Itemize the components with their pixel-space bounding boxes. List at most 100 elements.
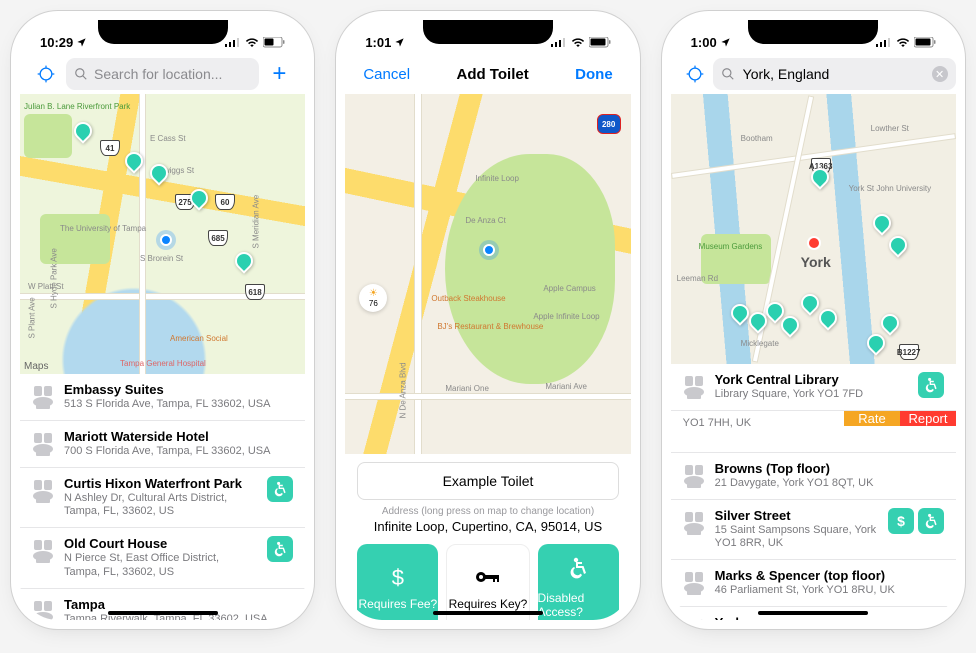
phone-screenshot-2: 1:01 Cancel Add Toilet Done 280 Infinite…	[345, 20, 630, 620]
cancel-button[interactable]: Cancel	[359, 66, 414, 83]
row-title: Browns (Top floor)	[715, 461, 934, 476]
toilet-icon	[32, 478, 54, 504]
toilet-icon	[32, 599, 54, 621]
key-icon	[475, 565, 501, 591]
map-street: S Hyde Park Ave	[50, 248, 59, 308]
search-input[interactable]	[741, 65, 926, 83]
locate-button[interactable]	[685, 62, 705, 86]
home-indicator[interactable]	[758, 611, 868, 615]
truncated-address: YO1 7HH, UK	[671, 411, 763, 435]
list-row[interactable]: Browns (Top floor) 21 Davygate, York YO1…	[671, 453, 956, 500]
results-list[interactable]: Embassy Suites 513 S Florida Ave, Tampa,…	[20, 374, 305, 620]
list-row[interactable]: Tampa Tampa Riverwalk, Tampa, FL 33602, …	[20, 589, 305, 621]
map-poi: Tampa General Hospital	[120, 359, 206, 368]
toilet-icon	[32, 431, 54, 457]
option-disabled-access[interactable]: Disabled Access?	[538, 544, 619, 620]
map-road: Micklegate	[741, 339, 779, 348]
row-title: Curtis Hixon Waterfront Park	[64, 476, 257, 491]
wifi-icon	[571, 37, 585, 47]
report-action[interactable]: Report	[900, 411, 956, 426]
toilet-icon	[683, 463, 705, 489]
rate-action[interactable]: Rate	[844, 411, 900, 426]
map-view[interactable]: Museum Gardens York York St John Univers…	[671, 94, 956, 364]
row-title: York	[715, 615, 934, 620]
home-indicator[interactable]	[433, 611, 543, 615]
map-view[interactable]: 280 Infinite Loop Outback Steakhouse BJ'…	[345, 94, 630, 454]
map-city-label: York	[801, 254, 831, 270]
toilet-name-value: Example Toilet	[443, 473, 534, 489]
search-result-dot	[809, 238, 819, 248]
wifi-icon	[896, 37, 910, 47]
route-shield: B1227	[899, 344, 919, 360]
map-poi: Mariani One	[445, 384, 489, 393]
cellular-icon	[876, 37, 892, 47]
list-row[interactable]: Embassy Suites 513 S Florida Ave, Tampa,…	[20, 374, 305, 421]
row-title: Embassy Suites	[64, 382, 293, 397]
list-row[interactable]: Marks & Spencer (top floor) 46 Parliamen…	[671, 560, 956, 607]
status-time: 10:29	[40, 35, 73, 50]
results-list[interactable]: York Central Library Library Square, Yor…	[671, 364, 956, 620]
search-field[interactable]: ✕	[713, 58, 956, 90]
list-row[interactable]: Mariott Waterside Hotel 700 S Florida Av…	[20, 421, 305, 468]
map-road: N De Anza Blvd	[399, 362, 408, 418]
row-title: Mariott Waterside Hotel	[64, 429, 293, 444]
accessible-badge	[918, 508, 944, 534]
accessible-badge	[918, 372, 944, 398]
map-poi: BJ's Restaurant & Brewhouse	[437, 322, 543, 331]
dollar-icon: $	[392, 565, 404, 591]
map-street: S Plant Ave	[28, 297, 37, 338]
option-row: $ Requires Fee? Requires Key? Disabled A…	[355, 544, 620, 620]
row-subtitle: 513 S Florida Ave, Tampa, FL 33602, USA	[64, 398, 293, 412]
cellular-icon	[225, 37, 241, 47]
row-subtitle: N Pierce St, East Office District, Tampa…	[64, 552, 257, 580]
list-row[interactable]: York Central Library Library Square, Yor…	[671, 364, 956, 411]
row-title: Marks & Spencer (top floor)	[715, 568, 934, 583]
add-button[interactable]: +	[267, 60, 291, 88]
toilet-icon	[683, 617, 705, 620]
search-field[interactable]: Search for location...	[66, 58, 259, 90]
address-value: Infinite Loop, Cupertino, CA, 95014, US	[355, 519, 620, 534]
map-street: S Brorein St	[140, 254, 183, 263]
row-title: Old Court House	[64, 536, 257, 551]
nav-title: Add Toilet	[422, 66, 563, 83]
search-icon	[721, 67, 735, 81]
map-street: E Cass St	[150, 134, 186, 143]
row-subtitle: N Ashley Dr, Cultural Arts District, Tam…	[64, 492, 257, 520]
route-shield: 280	[597, 114, 621, 134]
search-placeholder: Search for location...	[94, 66, 222, 82]
map-poi: Mariani Ave	[545, 382, 587, 391]
clear-search-button[interactable]: ✕	[932, 66, 948, 82]
row-subtitle: Library Square, York YO1 7FD	[715, 388, 908, 402]
list-row[interactable]: Old Court House N Pierce St, East Office…	[20, 528, 305, 589]
location-services-icon	[76, 37, 87, 48]
locate-button[interactable]	[34, 62, 58, 86]
row-subtitle: 700 S Florida Ave, Tampa, FL 33602, USA	[64, 445, 293, 459]
done-button[interactable]: Done	[571, 66, 617, 83]
map-poi: The University of Tampa	[60, 224, 146, 233]
wifi-icon	[245, 37, 259, 47]
list-row[interactable]: Silver Street 15 Saint Sampsons Square, …	[671, 500, 956, 561]
phone-screenshot-3: 1:00 ✕ + Museum Gardens York York St Joh…	[671, 20, 956, 620]
battery-icon	[589, 37, 611, 48]
route-shield: 618	[245, 284, 265, 300]
nav-bar: Cancel Add Toilet Done	[355, 54, 620, 94]
user-location-dot	[160, 234, 172, 246]
home-indicator[interactable]	[108, 611, 218, 615]
row-title: Tampa	[64, 597, 293, 612]
status-time: 1:01	[365, 35, 391, 50]
map-street: S Meridian Ave	[252, 195, 261, 249]
crosshair-icon	[36, 64, 56, 84]
list-row[interactable]: Curtis Hixon Waterfront Park N Ashley Dr…	[20, 468, 305, 529]
option-key[interactable]: Requires Key?	[446, 544, 529, 620]
toilet-name-field[interactable]: Example Toilet	[357, 462, 618, 500]
fee-badge: $	[888, 508, 914, 534]
nav-bar: ✕ +	[681, 54, 946, 94]
option-fee[interactable]: $ Requires Fee?	[357, 544, 438, 620]
map-poi: York St John University	[849, 184, 931, 193]
map-view[interactable]: Julian B. Lane Riverfront Park The Unive…	[20, 94, 305, 374]
search-icon	[74, 67, 88, 81]
toilet-icon	[683, 510, 705, 536]
location-services-icon	[720, 37, 731, 48]
location-services-icon	[394, 37, 405, 48]
cellular-icon	[551, 37, 567, 47]
